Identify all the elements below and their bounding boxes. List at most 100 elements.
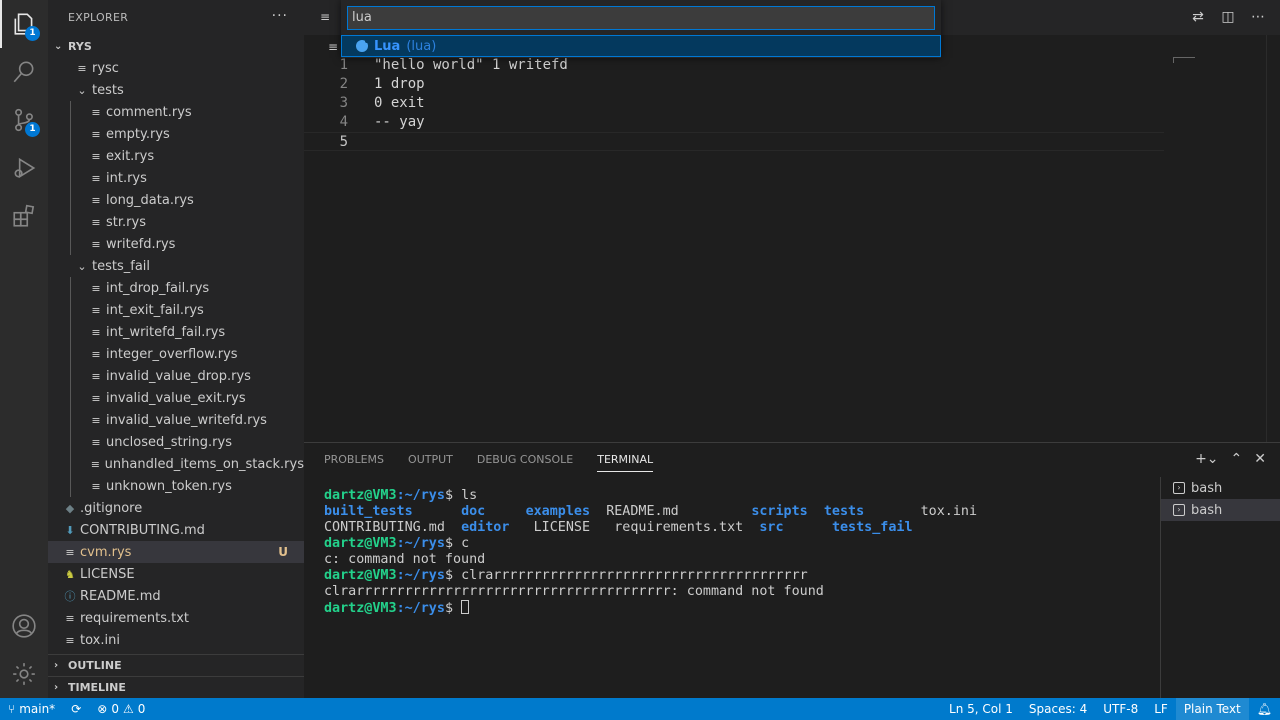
file-item[interactable]: ≡ int_drop_fail.rys xyxy=(48,277,304,299)
run-debug-icon xyxy=(14,157,36,179)
minimap[interactable] xyxy=(1173,57,1195,63)
outline-section-header[interactable]: › OUTLINE xyxy=(48,654,304,676)
split-editor-icon[interactable]: ◫ xyxy=(1220,9,1236,25)
code-line[interactable]: 5 xyxy=(304,132,1164,151)
more-actions-icon[interactable]: ··· xyxy=(272,8,288,24)
problems-status[interactable]: ⊗ 0 ⚠ 0 xyxy=(89,698,153,720)
tab-problems[interactable]: PROBLEMS xyxy=(324,453,384,472)
quick-pick-input[interactable]: lua xyxy=(347,6,935,30)
file-item[interactable]: ≡ integer_overflow.rys xyxy=(48,343,304,365)
file-item[interactable]: ≡ str.rys xyxy=(48,211,304,233)
run-debug-activity-button[interactable] xyxy=(0,144,48,192)
prompt-end: $ xyxy=(444,568,462,583)
tab-output[interactable]: OUTPUT xyxy=(408,453,453,472)
line-number: 2 xyxy=(339,76,348,92)
folder-item[interactable]: ⌄ tests_fail xyxy=(48,255,304,277)
indent-guide xyxy=(70,277,71,299)
file-item[interactable]: ≡ long_data.rys xyxy=(48,189,304,211)
branch-label: main* xyxy=(19,702,56,716)
folder-item[interactable]: ⌄ tests xyxy=(48,79,304,101)
tab-debug-console[interactable]: DEBUG CONSOLE xyxy=(477,453,573,472)
search-activity-button[interactable] xyxy=(0,48,48,96)
code-line[interactable]: 4 -- yay xyxy=(304,113,1164,132)
more-actions-icon[interactable]: ⋯ xyxy=(1250,9,1266,25)
status-left: ⑂ main* ⟳ ⊗ 0 ⚠ 0 xyxy=(0,698,153,720)
file-item[interactable]: ≡ empty.rys xyxy=(48,123,304,145)
panel-tabs: PROBLEMS OUTPUT DEBUG CONSOLE TERMINAL xyxy=(324,453,654,472)
active-indicator xyxy=(0,0,2,48)
code-editor[interactable]: ≡ 1 "hello world" 1 writefd 2 1 drop 3 0 exit… xyxy=(304,35,1280,442)
gear-icon xyxy=(13,663,35,685)
file-item[interactable]: ≡ comment.rys xyxy=(48,101,304,123)
explorer-title: EXPLORER xyxy=(68,11,129,24)
sync-status[interactable]: ⟳ xyxy=(63,698,89,720)
quick-pick-item-lua[interactable]: Lua (lua) xyxy=(341,35,941,57)
code-line[interactable]: 1 "hello world" 1 writefd xyxy=(304,56,1164,75)
terminal-error: clrarrrrrrrrrrrrrrrrrrrrrrrrrrrrrrrrrrrr… xyxy=(324,584,824,599)
language-mode[interactable]: Plain Text xyxy=(1175,698,1249,720)
explorer-activity-button[interactable]: 1 xyxy=(0,0,48,48)
file-item[interactable]: ≡ int_writefd_fail.rys xyxy=(48,321,304,343)
file-item[interactable]: ≡ tox.ini xyxy=(48,629,304,651)
terminal-item-bash-1[interactable]: › bash xyxy=(1161,477,1280,499)
file-item[interactable]: ≡ unknown_token.rys xyxy=(48,475,304,497)
timeline-section-header[interactable]: › TIMELINE xyxy=(48,676,304,698)
breadcrumb-file-icon[interactable]: ≡ xyxy=(328,40,338,54)
prompt-user: dartz@VM3 xyxy=(324,568,397,583)
file-item[interactable]: ≡ invalid_value_drop.rys xyxy=(48,365,304,387)
file-item[interactable]: ≡ cvm.rys U xyxy=(48,541,304,563)
ls-entry: examples xyxy=(525,504,591,519)
file-item[interactable]: ≡ exit.rys xyxy=(48,145,304,167)
tree-item-label: LICENSE xyxy=(80,566,135,582)
terminal-output[interactable]: dartz@VM3:~/rys$ ls built_tests doc exam… xyxy=(324,488,977,617)
encoding[interactable]: UTF-8 xyxy=(1095,698,1146,720)
timeline-label: TIMELINE xyxy=(68,681,126,694)
file-tab-icon[interactable]: ≡ xyxy=(320,10,330,24)
open-changes-icon[interactable]: ⇄ xyxy=(1190,9,1206,25)
extensions-activity-button[interactable] xyxy=(0,192,48,240)
file-item[interactable]: ≡ invalid_value_exit.rys xyxy=(48,387,304,409)
scm-activity-button[interactable]: 1 xyxy=(0,96,48,144)
warning-count: 0 xyxy=(137,702,146,716)
branch-status[interactable]: ⑂ main* xyxy=(0,698,63,720)
cursor-position[interactable]: Ln 5, Col 1 xyxy=(941,698,1021,720)
editor-scrollbar[interactable] xyxy=(1266,35,1280,442)
indent-guide xyxy=(70,101,71,123)
accounts-activity-button[interactable] xyxy=(0,602,48,650)
file-item[interactable]: ≡ int_exit_fail.rys xyxy=(48,299,304,321)
tab-terminal[interactable]: TERMINAL xyxy=(597,453,654,472)
tree-item-label: README.md xyxy=(80,588,161,604)
indentation[interactable]: Spaces: 4 xyxy=(1021,698,1095,720)
close-icon[interactable]: ✕ xyxy=(1254,451,1266,467)
line-ending[interactable]: LF xyxy=(1146,698,1176,720)
status-bar: ⑂ main* ⟳ ⊗ 0 ⚠ 0 Ln 5, Col 1 Spaces: 4 … xyxy=(0,698,1280,720)
file-item[interactable]: ≡ writefd.rys xyxy=(48,233,304,255)
workspace-section-header[interactable]: ⌄ RYS xyxy=(48,35,304,57)
new-terminal-icon[interactable]: +⌄ xyxy=(1195,451,1218,467)
code-line[interactable]: 2 1 drop xyxy=(304,75,1164,94)
line-number: 4 xyxy=(339,114,348,130)
file-item[interactable]: ⬇ CONTRIBUTING.md xyxy=(48,519,304,541)
ls-entry: built_tests xyxy=(324,504,413,519)
file-item[interactable]: ≡ unhandled_items_on_stack.rys xyxy=(48,453,304,475)
file-item[interactable]: ⓘ README.md xyxy=(48,585,304,607)
maximize-panel-icon[interactable]: ⌃ xyxy=(1231,451,1243,467)
terminal-item-bash-2[interactable]: › bash xyxy=(1161,499,1280,521)
file-item[interactable]: ≡ rysc xyxy=(48,57,304,79)
file-item[interactable]: ≡ requirements.txt xyxy=(48,607,304,629)
ls-entry: requirements.txt xyxy=(614,520,744,535)
scm-badge: 1 xyxy=(25,122,40,137)
manage-activity-button[interactable] xyxy=(0,650,48,698)
tree-item-label: str.rys xyxy=(106,214,146,230)
tree-item-label: integer_overflow.rys xyxy=(106,346,238,362)
file-icon: ≡ xyxy=(91,479,101,493)
file-item[interactable]: ♞ LICENSE xyxy=(48,563,304,585)
notifications-button[interactable]: 🔔︎ xyxy=(1249,698,1280,720)
file-item[interactable]: ◆ .gitignore xyxy=(48,497,304,519)
code-line[interactable]: 3 0 exit xyxy=(304,94,1164,113)
file-item[interactable]: ≡ unclosed_string.rys xyxy=(48,431,304,453)
ls-entry: scripts xyxy=(751,504,808,519)
file-item[interactable]: ≡ invalid_value_writefd.rys xyxy=(48,409,304,431)
file-item[interactable]: ≡ int.rys xyxy=(48,167,304,189)
warning-icon: ⚠ xyxy=(122,702,134,716)
